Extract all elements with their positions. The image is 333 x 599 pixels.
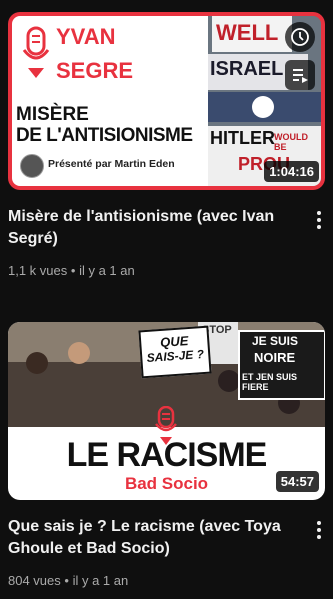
que-sais-je-badge: QUE SAIS-JE ? [138,325,212,379]
video-duration: 54:57 [275,471,319,492]
view-count: 1,1 k vues [8,263,68,278]
video-duration: 1:04:16 [264,161,319,182]
video-thumbnail[interactable]: YVAN SEGRE MISÈRE DE L'ANTISIONISME Prés… [8,12,325,190]
video-meta: 804 vues • il y a 1 an [8,573,129,588]
video-meta: 1,1 k vues • il y a 1 an [8,263,135,278]
brand-line2: SEGRE [56,58,134,83]
upload-age: il y a 1 an [79,263,135,278]
video-thumbnail[interactable]: STOP JE SUIS NOIRE ET JEN SUIS FIERE QUE… [8,322,325,500]
upload-age: il y a 1 an [72,573,129,588]
video-title[interactable]: Misère de l'antisionisme (avec Ivan Segr… [8,206,288,250]
microphone-icon [22,26,50,78]
presenter-avatar [20,154,44,178]
more-options-button[interactable] [311,208,327,232]
headline-line1: MISÈRE [16,104,89,125]
brand-line1: YVAN [56,24,116,49]
presenter-label: Présenté par Martin Eden [48,158,175,170]
headline-line2: DE L'ANTISIONISME [16,125,193,146]
more-options-button[interactable] [311,518,327,542]
add-to-queue-button[interactable] [285,60,315,90]
thumbnail-headline: LE RACISME [66,436,268,474]
watch-later-button[interactable] [285,22,315,52]
clock-icon [291,28,309,46]
view-count: 804 vues [8,573,61,588]
queue-icon [293,69,308,83]
video-title[interactable]: Que sais je ? Le racisme (avec Toya Ghou… [8,516,288,560]
